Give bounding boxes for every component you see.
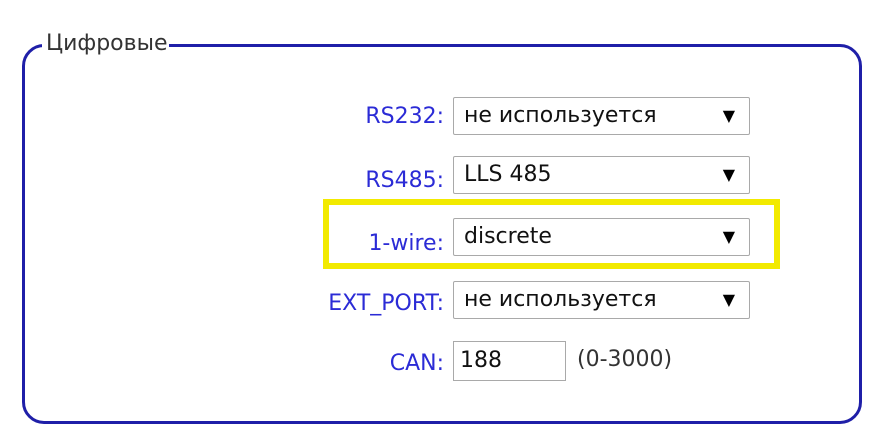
one-wire-label: 1-wire: [368, 231, 444, 256]
rs232-select[interactable]: не используется ▼ [453, 97, 750, 135]
chevron-down-icon: ▼ [722, 106, 735, 125]
rs485-select[interactable]: LLS 485 ▼ [453, 156, 750, 194]
ext-port-label: EXT_PORT: [328, 291, 444, 316]
rs232-select-value: не используется [464, 103, 657, 128]
rs485-select-value: LLS 485 [464, 162, 552, 187]
can-range-hint: (0-3000) [577, 347, 673, 372]
chevron-down-icon: ▼ [722, 290, 735, 309]
ext-port-select-value: не используется [464, 287, 657, 312]
chevron-down-icon: ▼ [722, 227, 735, 246]
one-wire-select[interactable]: discrete ▼ [453, 218, 750, 256]
chevron-down-icon: ▼ [722, 165, 735, 184]
group-title: Цифровые [42, 30, 170, 58]
one-wire-select-value: discrete [464, 224, 552, 249]
ext-port-select[interactable]: не используется ▼ [453, 281, 750, 319]
can-input-value: 188 [460, 348, 502, 373]
can-label: CAN: [389, 351, 444, 376]
rs485-label: RS485: [365, 168, 444, 193]
rs232-label: RS232: [365, 104, 444, 129]
can-input[interactable]: 188 [453, 341, 566, 381]
